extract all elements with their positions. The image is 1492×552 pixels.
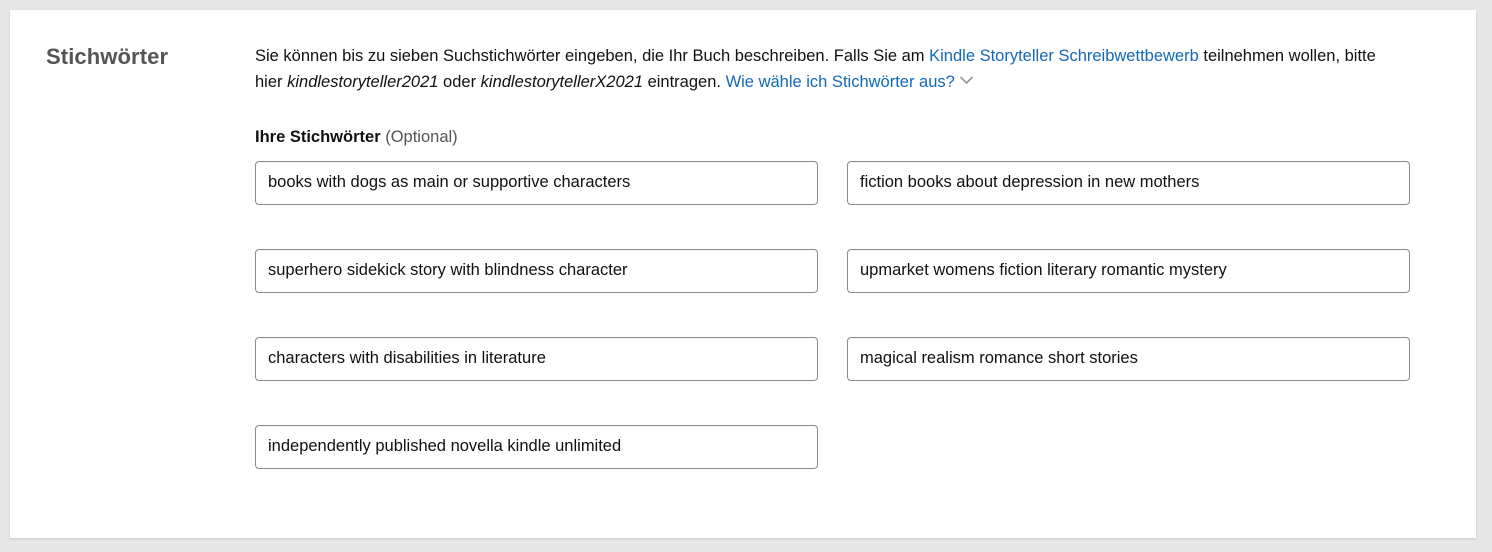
kindle-storyteller-contest-link[interactable]: Kindle Storyteller Schreibwettbewerb	[929, 47, 1199, 65]
keyword-input-2[interactable]	[847, 160, 1410, 205]
keyword-example-2: kindlestorytellerX2021	[480, 72, 643, 91]
keyword-input-7[interactable]	[255, 424, 818, 469]
keyword-example-1: kindlestoryteller2021	[287, 72, 439, 91]
keyword-input-6[interactable]	[847, 336, 1410, 381]
keywords-grid	[255, 160, 1440, 469]
page-title: Stichwörter	[46, 44, 169, 69]
keyword-input-1[interactable]	[255, 160, 818, 205]
section-content-column: Sie können bis zu sieben Suchstichwörter…	[255, 44, 1476, 469]
description-text-part-4: eintragen.	[643, 72, 726, 91]
keywords-field-optional-text: (Optional)	[380, 128, 458, 147]
keywords-field-label: Ihre Stichwörter (Optional)	[255, 128, 1440, 148]
section-description: Sie können bis zu sieben Suchstichwörter…	[255, 44, 1395, 95]
how-to-choose-keywords-link[interactable]: Wie wähle ich Stichwörter aus?	[726, 73, 955, 91]
description-text-part-1: Sie können bis zu sieben Suchstichwörter…	[255, 47, 930, 65]
keywords-field-label-text: Ihre Stichwörter	[255, 128, 381, 147]
keyword-input-3[interactable]	[255, 248, 818, 293]
section-label-column: Stichwörter	[10, 44, 255, 70]
keywords-section-row: Stichwörter Sie können bis zu sieben Suc…	[10, 10, 1476, 469]
description-text-part-3: oder	[438, 72, 481, 91]
keywords-panel: Stichwörter Sie können bis zu sieben Suc…	[10, 10, 1476, 538]
keyword-input-5[interactable]	[255, 336, 818, 381]
chevron-down-icon[interactable]	[960, 76, 973, 85]
keywords-grid-empty-cell	[847, 425, 1410, 469]
keyword-input-4[interactable]	[847, 248, 1410, 293]
